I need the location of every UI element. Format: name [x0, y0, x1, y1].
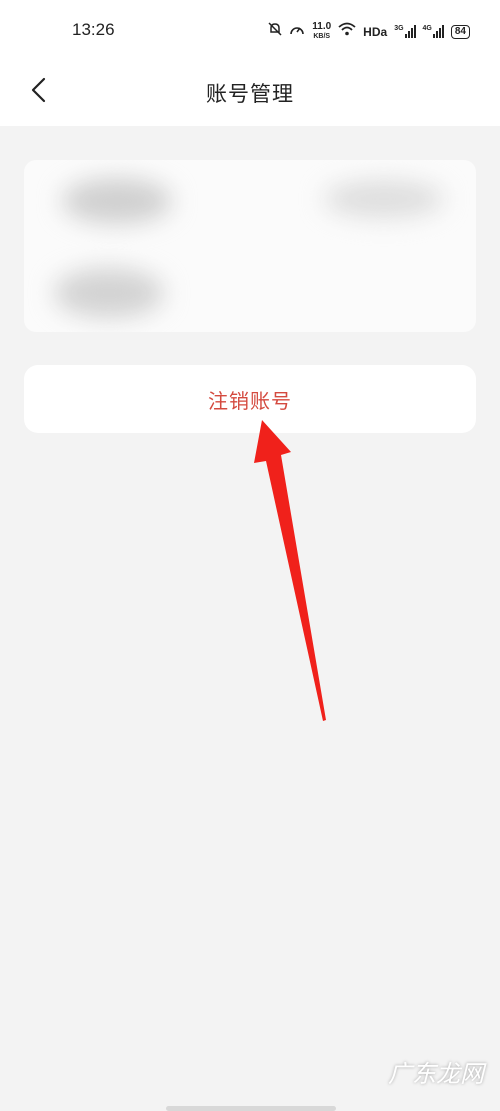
speedometer-icon	[289, 22, 305, 41]
blurred-item-value	[324, 180, 444, 218]
wifi-icon	[338, 22, 356, 41]
watermark-logo: 广东龙网	[388, 1060, 484, 1088]
status-icons: 11.0 KB/S HDa 3G 4G 84	[268, 22, 470, 41]
hd-indicator: HDa	[363, 24, 388, 39]
signal-3g-label: 3G	[394, 25, 404, 32]
blurred-item-name	[54, 268, 164, 318]
signal-bars-icon	[404, 25, 416, 38]
status-bar: 13:26 11.0 KB/S HDa 3G 4G 84	[0, 0, 500, 64]
blurred-account-info-card	[24, 160, 476, 332]
home-indicator[interactable]	[166, 1106, 336, 1111]
deregister-account-button[interactable]: 注销账号	[24, 365, 476, 433]
network-speed-value: 11.0	[312, 21, 332, 32]
navigation-bar: 账号管理	[0, 64, 500, 126]
signal-4g-label: 4G	[422, 25, 432, 32]
battery-level: 84	[450, 24, 470, 39]
mute-bell-icon	[268, 22, 282, 41]
signal-bars-icon	[432, 25, 444, 38]
network-speed: 11.0 KB/S	[312, 22, 331, 41]
deregister-account-label: 注销账号	[208, 388, 292, 413]
network-speed-unit: KB/S	[313, 33, 331, 40]
status-time: 13:26	[72, 20, 115, 39]
signal-4g: 4G	[423, 25, 444, 38]
blurred-item-name	[62, 178, 172, 224]
signal-3g: 3G	[394, 25, 416, 38]
page-title: 账号管理	[206, 82, 294, 106]
